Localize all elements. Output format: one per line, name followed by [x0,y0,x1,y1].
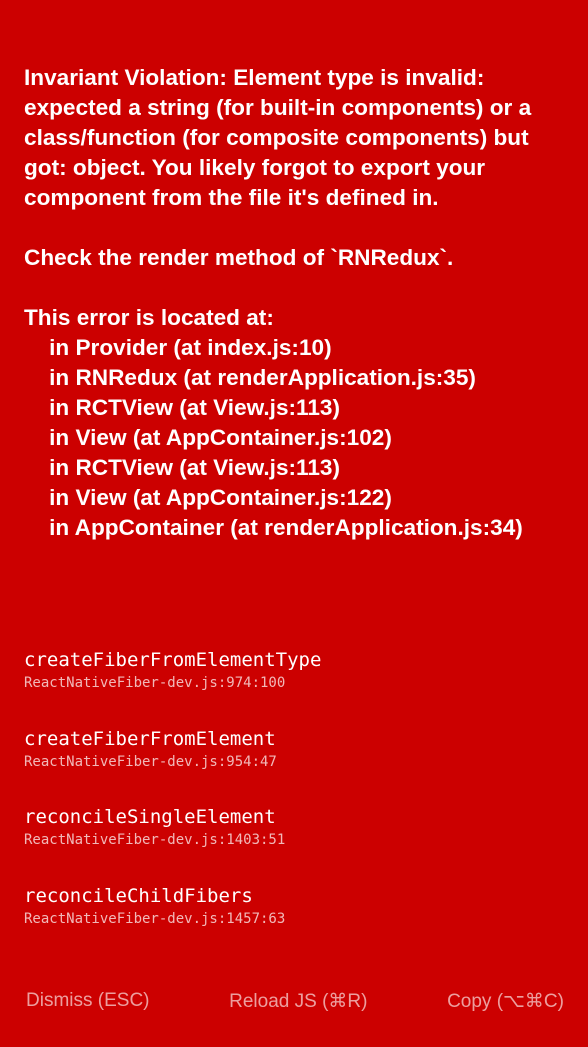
footer-toolbar: Dismiss (ESC) Reload JS (⌘R) Copy (⌥⌘C) [0,980,588,1022]
dismiss-button[interactable]: Dismiss (ESC) [26,990,150,1012]
stack-frame[interactable]: reconcileChildFibers ReactNativeFiber-de… [24,884,572,963]
stack-frame[interactable]: createFiberFromElement ReactNativeFiber-… [24,727,572,806]
stack-trace: createFiberFromElementType ReactNativeFi… [24,648,572,962]
frame-location: ReactNativeFiber-dev.js:974:100 [24,675,286,691]
stack-frame[interactable]: reconcileSingleElement ReactNativeFiber-… [24,805,572,884]
frame-location: ReactNativeFiber-dev.js:954:47 [24,753,277,770]
frame-function-name: reconcileChildFibers [24,884,253,907]
frame-location: ReactNativeFiber-dev.js:1403:51 [24,832,286,848]
frame-function-name: createFiberFromElementType [24,649,322,671]
frame-function-name: reconcileSingleElement [24,806,276,828]
stack-frame[interactable]: createFiberFromElementType ReactNativeFi… [24,648,572,727]
frame-location: ReactNativeFiber-dev.js:1457:63 [24,910,286,927]
reload-js-button[interactable]: Reload JS (⌘R) [229,990,367,1013]
error-message: Invariant Violation: Element type is inv… [24,65,532,540]
copy-button[interactable]: Copy (⌥⌘C) [447,990,564,1013]
frame-function-name: createFiberFromElement [24,727,276,750]
